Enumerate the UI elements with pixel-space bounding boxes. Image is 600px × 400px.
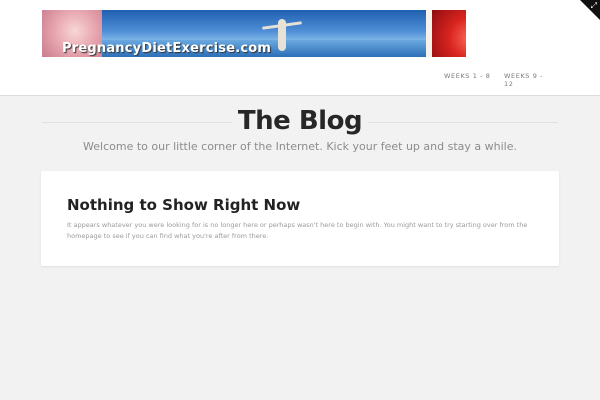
site-header: PregnancyDietExercise.com WEEKS 1 - 8 WE… xyxy=(0,0,600,96)
site-logo-banner[interactable]: PregnancyDietExercise.com xyxy=(42,10,466,57)
empty-state-message: It appears whatever you were looking for… xyxy=(67,221,528,240)
empty-state-card: Nothing to Show Right Now It appears wha… xyxy=(41,171,559,266)
page-title: The Blog xyxy=(237,106,363,136)
woman-image xyxy=(278,19,286,51)
page-title-row: The Blog xyxy=(42,106,558,138)
logo-text: PregnancyDietExercise.com xyxy=(62,41,272,56)
page-subtitle: Welcome to our little corner of the Inte… xyxy=(83,140,517,153)
empty-state-title: Nothing to Show Right Now xyxy=(67,196,301,214)
nav-item-weeks-1-8[interactable]: WEEKS 1 - 8 xyxy=(444,72,492,80)
apple-image xyxy=(432,10,466,57)
expand-icon[interactable]: ⤢ xyxy=(591,1,597,11)
nav-item-weeks-9-12[interactable]: WEEKS 9 - 12 xyxy=(504,72,552,88)
